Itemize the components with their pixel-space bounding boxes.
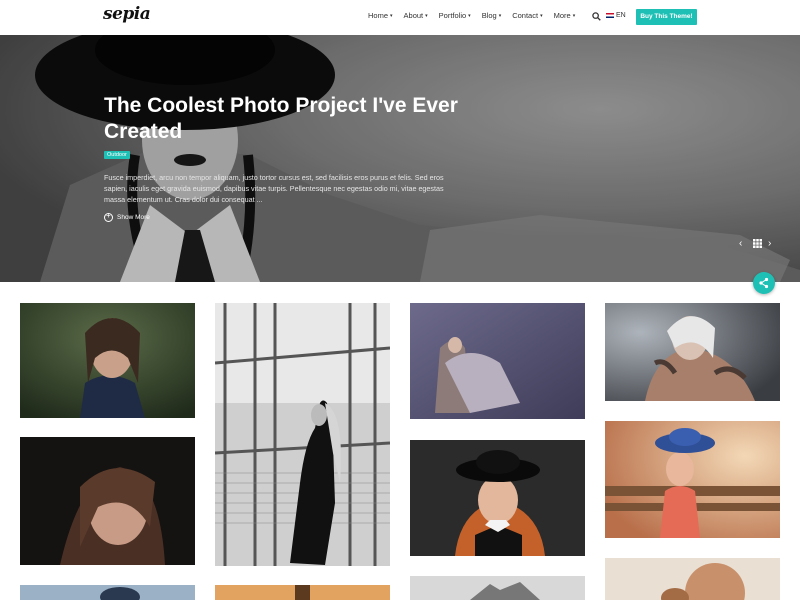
flag-icon xyxy=(606,13,614,18)
share-icon xyxy=(759,277,769,289)
gallery-image-window-fence-bw[interactable] xyxy=(215,303,390,566)
gallery-image-dark-portrait[interactable] xyxy=(20,437,195,565)
nav-portfolio[interactable]: Portfolio ▾ xyxy=(439,11,471,20)
hero-excerpt: Fusce imperdiet, arcu non tempor aliquam… xyxy=(104,173,444,204)
nav-contact[interactable]: Contact ▾ xyxy=(512,11,542,20)
nav-about[interactable]: About ▾ xyxy=(404,11,428,20)
hero-slider: The Coolest Photo Project I've Ever Crea… xyxy=(0,35,800,282)
gallery-image-blue-hat-sunset[interactable] xyxy=(605,421,780,538)
gallery-image-partial-1[interactable] xyxy=(20,585,195,600)
next-slide-icon[interactable]: › xyxy=(768,238,771,249)
gallery-image-partial-4[interactable] xyxy=(605,558,780,600)
category-badge[interactable]: Outdoor xyxy=(104,151,130,159)
gallery-image-partial-3[interactable] xyxy=(410,576,585,600)
gallery-image-chair-purple[interactable] xyxy=(410,303,585,419)
gallery-image-partial-2[interactable] xyxy=(215,585,390,600)
chevron-down-icon: ▾ xyxy=(425,13,428,19)
gallery-image-tattoo-woman[interactable] xyxy=(605,303,780,401)
site-logo[interactable]: sepia xyxy=(103,4,151,24)
nav-home[interactable]: Home ▾ xyxy=(368,11,393,20)
chevron-down-icon: ▾ xyxy=(572,13,576,19)
chevron-down-icon: ▾ xyxy=(498,13,502,19)
show-more-link[interactable]: Show More xyxy=(104,211,150,222)
nav-blog[interactable]: Blog ▾ xyxy=(482,11,502,20)
gallery-image-red-hair-hat[interactable] xyxy=(410,440,585,556)
plus-circle-icon xyxy=(104,211,113,222)
share-button[interactable] xyxy=(753,272,775,294)
main-nav: Home ▾ About ▾ Portfolio ▾ Blog ▾ Contact ▾ M… xyxy=(368,11,586,20)
gallery-image-wet-hair-portrait[interactable] xyxy=(20,303,195,418)
grid-icon[interactable] xyxy=(753,239,762,248)
chevron-down-icon: ▾ xyxy=(540,13,543,19)
chevron-down-icon: ▾ xyxy=(468,13,471,19)
buy-theme-button[interactable]: Buy This Theme! xyxy=(636,9,697,25)
chevron-down-icon: ▾ xyxy=(390,13,393,19)
site-header: sepia Home ▾ About ▾ Portfolio ▾ Blog ▾ Cont… xyxy=(0,0,800,35)
language-switcher[interactable]: EN xyxy=(606,12,626,19)
nav-more[interactable]: More ▾ xyxy=(554,11,576,20)
prev-slide-icon[interactable]: ‹ xyxy=(739,238,742,249)
hero-title[interactable]: The Coolest Photo Project I've Ever Crea… xyxy=(104,93,464,145)
search-icon[interactable] xyxy=(592,12,601,21)
